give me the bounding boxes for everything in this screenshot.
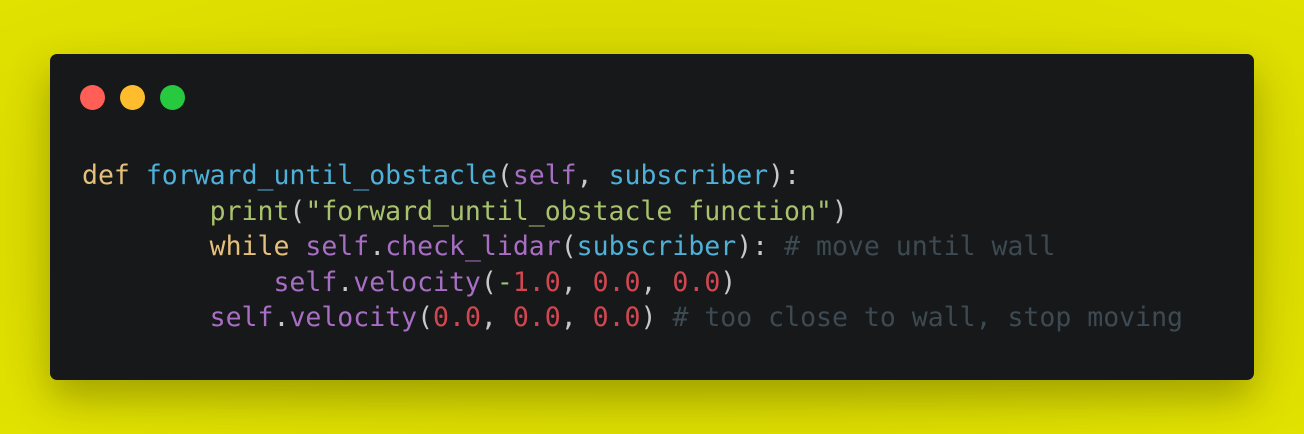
keyword-def: def: [82, 160, 130, 191]
close-paren: ): [720, 266, 737, 298]
number-literal: 0.0: [433, 302, 481, 333]
self-ref: self: [273, 266, 338, 298]
code-line-3: while self.check_lidar(subscriber): # mo…: [82, 229, 1183, 265]
open-paren: (: [289, 195, 306, 227]
number-literal: 1.0: [512, 266, 561, 298]
code-line-4: self.velocity(-1.0, 0.0, 0.0): [82, 265, 1183, 301]
dot: .: [369, 231, 386, 262]
open-paren: (: [496, 160, 513, 191]
method-check-lidar: check_lidar: [385, 231, 561, 262]
comment: # move until wall: [784, 231, 1056, 262]
minimize-button[interactable]: [120, 85, 145, 110]
code-line-2: print("forward_until_obstacle function"): [82, 194, 1183, 230]
window-controls: [80, 85, 185, 110]
close-paren: ): [831, 195, 848, 227]
open-paren: (: [480, 266, 497, 298]
code-line-1: def forward_until_obstacle(self, subscri…: [82, 158, 1183, 194]
keyword-while: while: [209, 231, 290, 262]
close-paren: ):: [736, 231, 785, 262]
close-button[interactable]: [80, 85, 105, 110]
self-param: self: [512, 160, 577, 191]
builtin-print: print: [209, 195, 290, 227]
method-velocity: velocity: [353, 266, 481, 298]
minus-operator: -: [496, 266, 513, 298]
number-literal: 0.0: [592, 266, 641, 298]
open-paren: (: [560, 231, 577, 262]
number-literal: 0.0: [512, 302, 561, 333]
code-line-5: self.velocity(0.0, 0.0, 0.0) # too close…: [82, 300, 1183, 336]
close-paren: ): [640, 302, 673, 333]
self-ref: self: [209, 302, 274, 333]
comma: ,: [560, 302, 593, 333]
comma: ,: [640, 266, 673, 298]
method-velocity: velocity: [289, 302, 418, 333]
comma: ,: [560, 266, 593, 298]
comment: # too close to wall, stop moving: [672, 302, 1183, 333]
self-ref: self: [305, 231, 370, 262]
dot: .: [273, 302, 290, 333]
dot: .: [337, 266, 354, 298]
subscriber-param: subscriber: [608, 160, 769, 191]
comma: ,: [480, 302, 513, 333]
code-block: def forward_until_obstacle(self, subscri…: [82, 158, 1183, 336]
number-literal: 0.0: [672, 266, 721, 298]
code-window: def forward_until_obstacle(self, subscri…: [50, 54, 1254, 380]
open-paren: (: [417, 302, 434, 333]
close-paren: ):: [768, 160, 801, 191]
number-literal: 0.0: [592, 302, 641, 333]
string-literal: "forward_until_obstacle function": [305, 195, 832, 227]
maximize-button[interactable]: [160, 85, 185, 110]
subscriber-arg: subscriber: [576, 231, 737, 262]
function-name: forward_until_obstacle: [145, 160, 497, 191]
comma: ,: [576, 160, 609, 191]
